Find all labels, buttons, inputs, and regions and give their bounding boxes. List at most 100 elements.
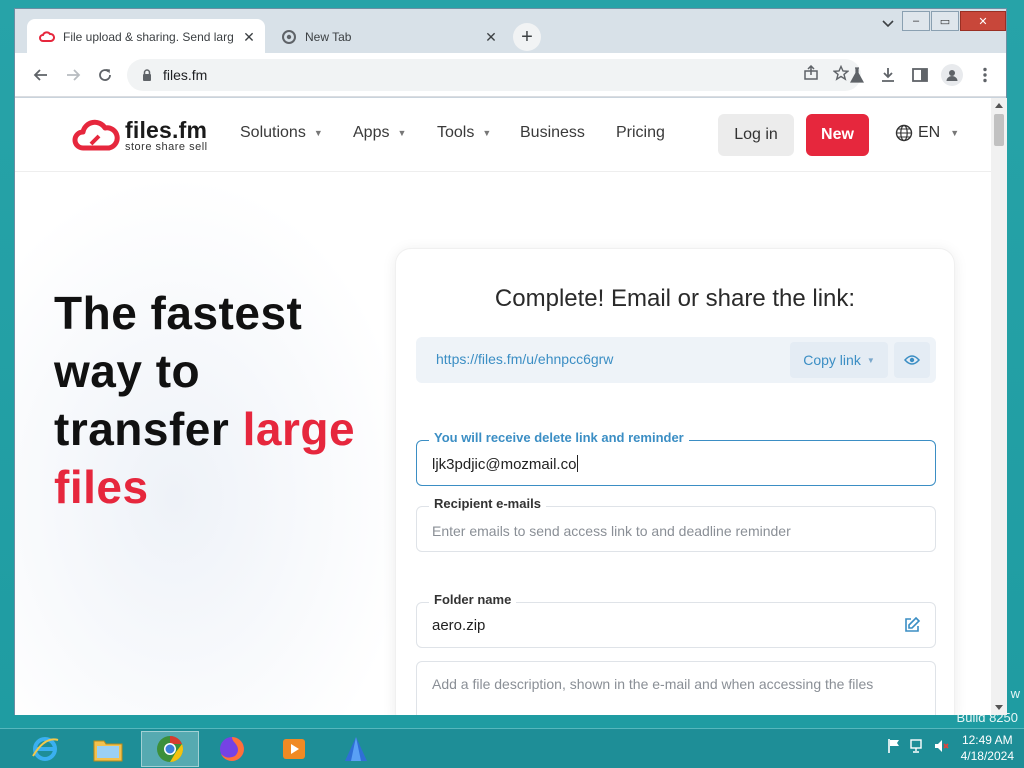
- recipient-emails-field[interactable]: Recipient e-mails Enter emails to send a…: [416, 496, 936, 552]
- share-link[interactable]: https://files.fm/u/ehnpcc6grw: [436, 351, 613, 367]
- close-tab-icon[interactable]: ✕: [239, 27, 259, 47]
- labs-flask-icon[interactable]: [847, 65, 867, 85]
- omnibox-actions: [803, 64, 850, 86]
- forward-icon[interactable]: [63, 65, 83, 85]
- chevron-down-icon: ▼: [397, 128, 407, 138]
- file-explorer-icon[interactable]: [79, 731, 137, 767]
- nav-label: Solutions: [240, 124, 306, 141]
- volume-muted-icon[interactable]: [933, 738, 949, 759]
- nav-tools[interactable]: Tools ▼: [437, 124, 491, 142]
- folder-name-field[interactable]: Folder name aero.zip: [416, 592, 936, 648]
- logo-tagline: store share sell: [125, 141, 208, 153]
- hero-title: The fastest way to transfer large files: [54, 284, 384, 516]
- globe-icon: [895, 124, 913, 142]
- url-text[interactable]: files.fm: [163, 67, 803, 83]
- hero-text: transfer: [54, 403, 243, 455]
- description-placeholder: Add a file description, shown in the e-m…: [432, 676, 874, 692]
- clock-time: 12:49 AM: [961, 733, 1013, 747]
- tab-title: New Tab: [305, 30, 352, 44]
- chevron-down-icon: ▼: [950, 128, 960, 138]
- site-header: files.fm store share sell Solutions ▼ App…: [15, 98, 991, 172]
- email-field-value[interactable]: ljk3pdjic@mozmail.co: [432, 455, 579, 473]
- share-icon[interactable]: [803, 64, 819, 86]
- hero-line: transfer large: [54, 400, 384, 458]
- hero-highlight: files: [54, 461, 149, 513]
- language-code: EN: [918, 124, 941, 141]
- internet-explorer-icon[interactable]: [16, 731, 74, 767]
- chrome-icon[interactable]: [141, 731, 199, 767]
- folder-field-value[interactable]: aero.zip: [432, 617, 485, 634]
- upload-complete-card: Complete! Email or share the link: https…: [395, 248, 955, 715]
- browser-toolbar: files.fm: [15, 53, 1006, 97]
- eye-icon: [904, 355, 920, 365]
- scroll-down-icon[interactable]: [995, 705, 1003, 710]
- network-icon[interactable]: [909, 738, 925, 759]
- nav-label: Pricing: [616, 124, 665, 141]
- firefox-icon[interactable]: [203, 731, 261, 767]
- download-icon[interactable]: [878, 65, 898, 85]
- email-value-text: ljk3pdjic@mozmail.co: [432, 456, 577, 473]
- tab-files-fm[interactable]: File upload & sharing. Send larg ✕: [27, 19, 265, 55]
- recipient-field-label: Recipient e-mails: [429, 496, 546, 511]
- chrome-icon: [281, 29, 297, 45]
- cloud-logo-icon: [72, 119, 120, 151]
- side-panel-icon[interactable]: [910, 65, 930, 85]
- new-tab-button[interactable]: +: [513, 23, 541, 51]
- back-icon[interactable]: [31, 65, 51, 85]
- text-cursor: [577, 455, 579, 472]
- hero-line: The fastest: [54, 287, 303, 339]
- window-controls: – ▭ ✕: [901, 11, 1006, 31]
- logo-name: files.fm: [125, 117, 208, 143]
- address-bar[interactable]: files.fm: [127, 59, 861, 91]
- tab-strip: File upload & sharing. Send larg ✕ New T…: [15, 9, 1006, 55]
- card-title: Complete! Email or share the link:: [494, 285, 856, 312]
- page-scrollbar[interactable]: [991, 98, 1007, 715]
- chevron-down-icon: ▼: [482, 128, 492, 138]
- browser-window: File upload & sharing. Send larg ✕ New T…: [14, 8, 1007, 715]
- desktop-watermark: w: [1011, 686, 1020, 701]
- reload-icon[interactable]: [95, 65, 115, 85]
- nav-label: Business: [520, 124, 585, 141]
- scrollbar-thumb[interactable]: [994, 114, 1004, 146]
- files-fm-logo-icon: [39, 29, 55, 45]
- nav-pricing[interactable]: Pricing: [616, 124, 665, 142]
- tab-title: File upload & sharing. Send larg: [63, 30, 234, 44]
- login-button[interactable]: Log in: [718, 114, 794, 156]
- profile-avatar-icon[interactable]: [941, 64, 963, 86]
- copy-link-button[interactable]: Copy link ▼: [790, 342, 888, 378]
- language-selector[interactable]: EN ▼: [895, 124, 959, 142]
- flag-icon[interactable]: [887, 738, 901, 759]
- media-player-icon[interactable]: [265, 731, 323, 767]
- nav-apps[interactable]: Apps ▼: [353, 124, 406, 142]
- email-field-label: You will receive delete link and reminde…: [429, 430, 689, 445]
- description-field[interactable]: Add a file description, shown in the e-m…: [416, 661, 936, 715]
- logo-text: files.fm store share sell: [125, 117, 208, 154]
- restore-button[interactable]: ▭: [931, 11, 959, 31]
- files-fm-logo[interactable]: files.fm store share sell: [71, 118, 208, 154]
- nav-label: Tools: [437, 124, 475, 141]
- app-icon[interactable]: [327, 731, 385, 767]
- clock[interactable]: 12:49 AM 4/18/2024: [961, 732, 1014, 764]
- nav-business[interactable]: Business: [520, 124, 585, 142]
- close-tab-icon[interactable]: ✕: [481, 27, 501, 47]
- tab-new-tab[interactable]: New Tab ✕: [269, 19, 507, 55]
- email-field[interactable]: You will receive delete link and reminde…: [416, 430, 936, 486]
- share-link-box: https://files.fm/u/ehnpcc6grw Copy link ▼: [416, 337, 936, 383]
- clock-date: 4/18/2024: [960, 749, 1014, 763]
- tab-search-icon[interactable]: [882, 17, 894, 31]
- chevron-down-icon: ▼: [866, 355, 875, 365]
- folder-field-label: Folder name: [429, 592, 517, 607]
- page-viewport: files.fm store share sell Solutions ▼ App…: [15, 98, 991, 715]
- edit-icon[interactable]: [903, 616, 921, 639]
- taskbar: 12:49 AM 4/18/2024: [0, 728, 1024, 768]
- watermark-line1: w: [1010, 686, 1020, 701]
- new-button[interactable]: New: [806, 114, 869, 156]
- nav-solutions[interactable]: Solutions ▼: [240, 124, 323, 142]
- lock-icon[interactable]: [139, 68, 155, 82]
- minimize-button[interactable]: –: [902, 11, 930, 31]
- preview-button[interactable]: [894, 342, 930, 378]
- close-window-button[interactable]: ✕: [960, 11, 1006, 31]
- menu-kebab-icon[interactable]: [975, 65, 995, 85]
- scroll-up-icon[interactable]: [995, 103, 1003, 108]
- chevron-down-icon: ▼: [313, 128, 323, 138]
